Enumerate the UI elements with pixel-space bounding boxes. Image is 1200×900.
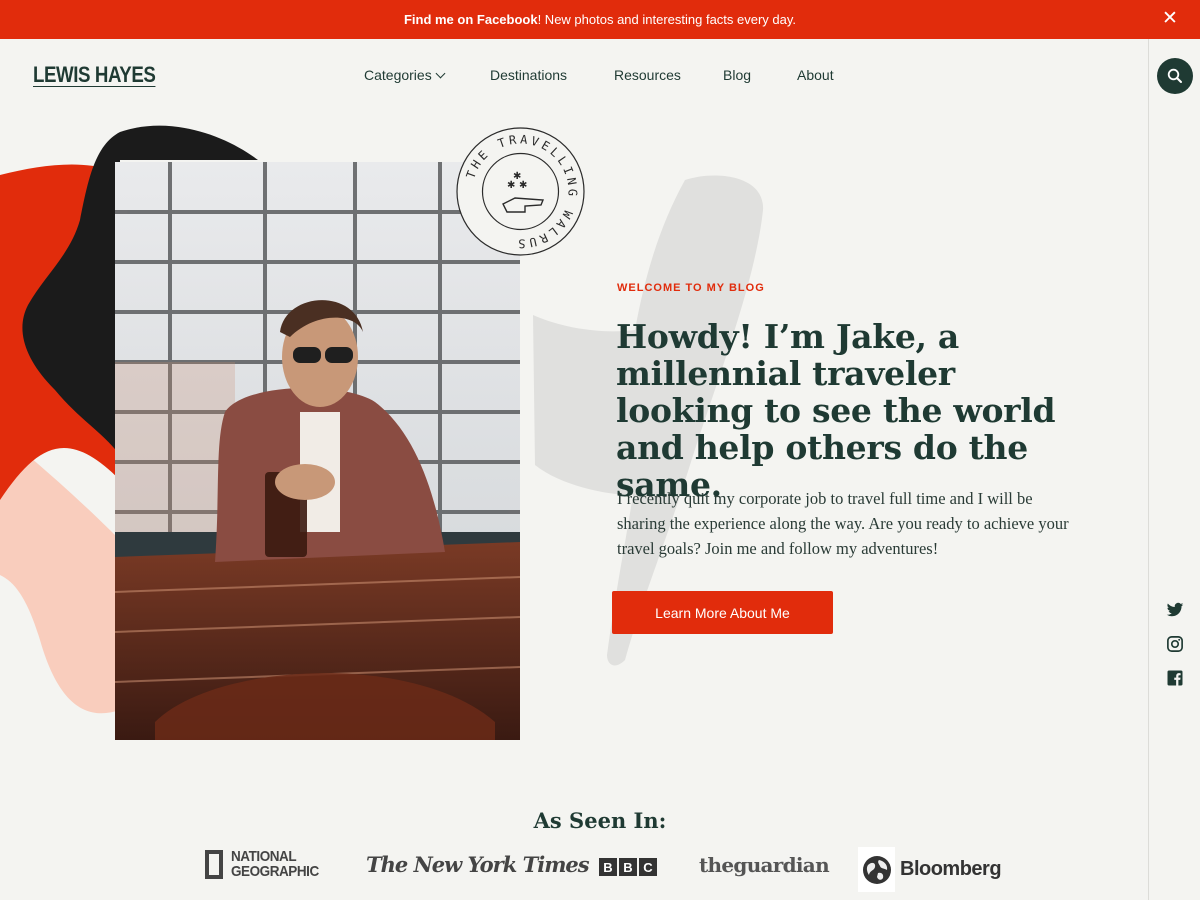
- as-seen-in-title: As Seen In:: [533, 808, 667, 833]
- travelling-walrus-stamp: THE TRAVELLING WALRUS ✱✱ ✱: [456, 127, 585, 256]
- site-logo[interactable]: LEWIS HAYES: [33, 62, 156, 88]
- bbc-letter: B: [619, 858, 637, 876]
- logo-bloomberg: Bloomberg: [858, 847, 1002, 892]
- learn-more-button[interactable]: Learn More About Me: [612, 591, 833, 634]
- bloomberg-wordmark: Bloomberg: [900, 858, 1002, 880]
- search-icon: [1167, 68, 1182, 83]
- chevron-down-icon: [435, 68, 446, 79]
- svg-text:✱: ✱: [519, 180, 527, 191]
- logo-the-guardian: theguardian: [699, 853, 830, 877]
- facebook-link[interactable]: Find me on Facebook: [404, 12, 538, 27]
- bbc-letter: C: [639, 858, 657, 876]
- nav-item-categories[interactable]: Categories: [364, 67, 446, 83]
- nav-item-destinations[interactable]: Destinations: [490, 67, 567, 83]
- nav-item-blog[interactable]: Blog: [723, 67, 751, 83]
- announcement-text: Find me on Facebook! New photos and inte…: [404, 12, 796, 27]
- hero-intro: I recently quit my corporate job to trav…: [617, 489, 1069, 558]
- search-button[interactable]: [1157, 58, 1193, 94]
- nav-item-resources[interactable]: Resources: [614, 67, 681, 83]
- logo-national-geographic: NATIONAL GEOGRAPHIC: [205, 849, 329, 879]
- natgeo-frame-icon: [205, 849, 223, 879]
- facebook-icon[interactable]: [1166, 669, 1184, 687]
- bbc-letter: B: [599, 858, 617, 876]
- natgeo-line-2: GEOGRAPHIC: [231, 863, 319, 880]
- globe-icon: [858, 847, 895, 892]
- right-rail-divider: [1148, 39, 1149, 900]
- nav-item-about[interactable]: About: [797, 67, 834, 83]
- announcement-message: ! New photos and interesting facts every…: [537, 12, 797, 27]
- nav-label: Categories: [364, 67, 432, 83]
- announcement-bar: Find me on Facebook! New photos and inte…: [0, 0, 1200, 39]
- twitter-icon[interactable]: [1166, 601, 1184, 619]
- logo-bbc: BBC: [599, 858, 657, 876]
- logo-new-york-times: The New York Times: [366, 852, 590, 877]
- close-icon[interactable]: ✕: [1160, 8, 1180, 30]
- natgeo-line-1: NATIONAL: [231, 848, 297, 865]
- hero-headline: Howdy! I’m Jake, a millennial traveler l…: [616, 317, 1056, 504]
- svg-text:✱: ✱: [507, 180, 515, 191]
- welcome-eyebrow: WELCOME TO MY BLOG: [617, 282, 765, 294]
- instagram-icon[interactable]: [1166, 635, 1184, 653]
